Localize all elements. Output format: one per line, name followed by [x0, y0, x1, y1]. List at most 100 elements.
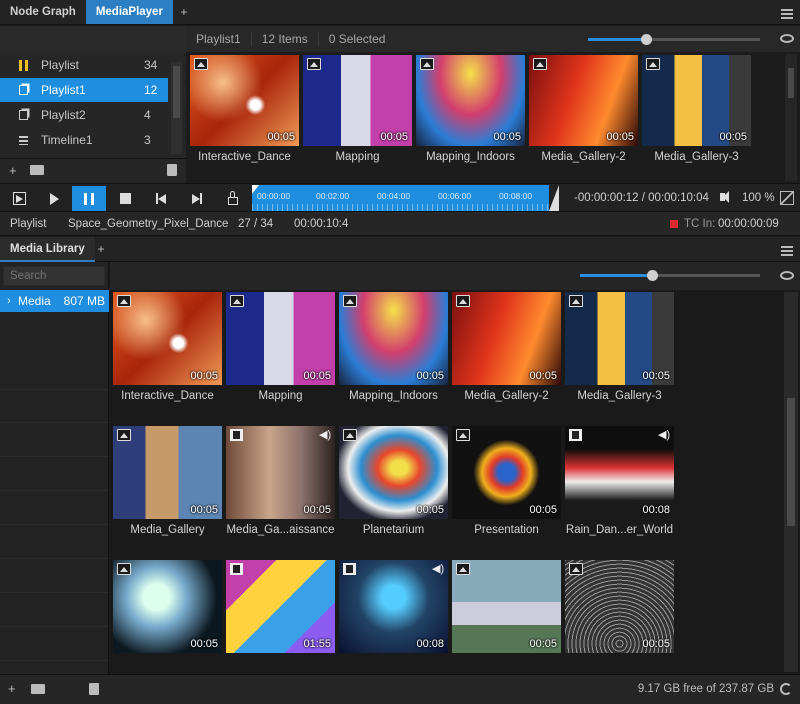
- library-item[interactable]: 00:05 Mapping: [226, 292, 335, 405]
- playlist-name: Playlist1: [186, 32, 252, 46]
- media-library-toolbar: [110, 262, 800, 290]
- image-icon: [569, 563, 583, 575]
- playlist-sidebar-header: [0, 26, 186, 52]
- library-item[interactable]: 00:05 Interactive_Dance: [113, 292, 222, 405]
- status-mode: Playlist: [10, 218, 47, 230]
- library-scrollbar[interactable]: [784, 292, 798, 672]
- pause-button[interactable]: [72, 186, 106, 211]
- library-item[interactable]: 00:05 Media_Gallery-3: [565, 292, 674, 405]
- panel-menu-icon[interactable]: [781, 7, 793, 21]
- play-mode-button[interactable]: [2, 186, 36, 211]
- thumbnail-image[interactable]: ◀) 00:08: [339, 560, 448, 653]
- add-library-tab-button[interactable]: +: [92, 237, 110, 262]
- media-root-folder[interactable]: › Media 807 MB: [0, 290, 109, 312]
- film-icon: [230, 429, 243, 441]
- thumbnail-image[interactable]: 00:05: [339, 292, 448, 385]
- eye-icon[interactable]: [780, 271, 794, 280]
- thumbnail-image[interactable]: 00:05: [642, 55, 751, 146]
- thumbnail-image[interactable]: 00:05: [113, 426, 222, 519]
- playlist-label: Playlist1: [41, 83, 86, 97]
- image-icon: [307, 58, 321, 70]
- playlist-row[interactable]: Timeline1 3: [0, 128, 168, 152]
- thumbnail-image[interactable]: 01:55: [226, 560, 335, 653]
- library-item[interactable]: ◀) 00:05 Media_Ga...aissance: [226, 426, 335, 539]
- tab-media-player[interactable]: MediaPlayer: [85, 0, 173, 24]
- strip-zoom-slider[interactable]: [588, 34, 760, 45]
- image-icon: [456, 429, 470, 441]
- library-item[interactable]: 01:55: [226, 560, 335, 653]
- strip-item[interactable]: 00:05 Media_Gallery-3: [642, 55, 751, 166]
- thumbnail-image[interactable]: 00:05: [339, 426, 448, 519]
- thumbnail-image[interactable]: ◀) 00:08: [565, 426, 674, 519]
- library-item[interactable]: ◀) 00:08 Rain_Dan...er_World: [565, 426, 674, 539]
- transport-bar: 00:00:00 00:02:00 00:04:00 00:06:00 00:0…: [0, 183, 800, 212]
- fullscreen-icon[interactable]: [780, 191, 794, 205]
- library-menu-icon[interactable]: [781, 244, 793, 258]
- duration-label: 00:05: [303, 504, 331, 516]
- thumbnail-image[interactable]: ◀) 00:05: [226, 426, 335, 519]
- strip-item[interactable]: 00:05 Mapping_Indoors: [416, 55, 525, 166]
- next-button[interactable]: [180, 186, 214, 211]
- thumbnail-image[interactable]: 00:05: [565, 292, 674, 385]
- library-item[interactable]: 00:05 Presentation: [452, 426, 561, 539]
- skip-forward-icon: [192, 193, 202, 204]
- strip-item[interactable]: 00:05 Interactive_Dance: [190, 55, 299, 166]
- thumbnail-image[interactable]: 00:05: [303, 55, 412, 146]
- thumbnail-image[interactable]: 00:05: [226, 292, 335, 385]
- thumbnail-image[interactable]: 00:05: [565, 560, 674, 653]
- chevron-right-icon[interactable]: ›: [0, 295, 18, 307]
- duration-label: 00:05: [529, 504, 557, 516]
- thumbnail-image[interactable]: 00:05: [452, 560, 561, 653]
- strip-item[interactable]: 00:05 Mapping: [303, 55, 412, 166]
- speaker-icon: ◀): [658, 429, 671, 441]
- folder-icon[interactable]: [30, 165, 44, 175]
- playhead[interactable]: [252, 185, 259, 194]
- tc-in-label: TC In:: [684, 218, 716, 230]
- timeline-tick-label: 00:00:00: [257, 191, 291, 201]
- library-item[interactable]: 00:05 Media_Gallery: [113, 426, 222, 539]
- thumbnail-image[interactable]: 00:05: [190, 55, 299, 146]
- thumbnail-image[interactable]: 00:05: [416, 55, 525, 146]
- strip-item[interactable]: 00:05 Media_Gallery-2: [529, 55, 638, 166]
- library-item[interactable]: 00:05 Media_Gallery-2: [452, 292, 561, 405]
- thumbnail-image[interactable]: 00:05: [452, 426, 561, 519]
- trash-icon[interactable]: [89, 683, 99, 695]
- folder-icon[interactable]: [31, 684, 45, 694]
- search-input[interactable]: [3, 266, 105, 286]
- add-playlist-button[interactable]: +: [9, 163, 17, 178]
- play-button[interactable]: [37, 186, 71, 211]
- refresh-icon[interactable]: [780, 683, 792, 695]
- playlist-row[interactable]: Playlist2 4: [0, 103, 168, 127]
- timeline-scrubber[interactable]: 00:00:00 00:02:00 00:04:00 00:06:00 00:0…: [252, 185, 549, 211]
- thumbnail-image[interactable]: 00:05: [529, 55, 638, 146]
- thumbnail-image[interactable]: 00:05: [113, 292, 222, 385]
- library-item[interactable]: 00:05 Mapping_Indoors: [339, 292, 448, 405]
- add-media-button[interactable]: +: [8, 681, 16, 696]
- thumbnail-image[interactable]: 00:05: [452, 292, 561, 385]
- timeline-end-marker[interactable]: [549, 185, 559, 211]
- top-tab-bar: Node Graph MediaPlayer +: [0, 0, 800, 25]
- thumbnail-label: Media_Ga...aissance: [226, 524, 335, 536]
- lock-button[interactable]: [216, 186, 250, 211]
- stop-button[interactable]: [108, 186, 142, 211]
- tab-node-graph[interactable]: Node Graph: [0, 0, 86, 24]
- add-tab-button[interactable]: +: [173, 0, 195, 24]
- library-item[interactable]: 00:05 Planetarium: [339, 426, 448, 539]
- playlist-scrollbar[interactable]: [171, 62, 182, 154]
- strip-scrollbar[interactable]: [785, 54, 797, 181]
- image-icon: [569, 295, 583, 307]
- library-item[interactable]: ◀) 00:08: [339, 560, 448, 653]
- library-zoom-slider[interactable]: [580, 270, 760, 281]
- library-item[interactable]: 00:05: [452, 560, 561, 653]
- play-icon: [49, 192, 59, 205]
- previous-button[interactable]: [144, 186, 178, 211]
- playlist-row[interactable]: Playlist 34: [0, 53, 168, 77]
- media-root-label: Media: [18, 294, 51, 308]
- tab-media-library[interactable]: Media Library: [0, 237, 95, 262]
- library-item[interactable]: 00:05: [565, 560, 674, 653]
- eye-icon[interactable]: [780, 34, 794, 43]
- library-item[interactable]: 00:05: [113, 560, 222, 653]
- thumbnail-image[interactable]: 00:05: [113, 560, 222, 653]
- trash-icon[interactable]: [167, 164, 177, 176]
- playlist-row[interactable]: Playlist1 12: [0, 78, 168, 102]
